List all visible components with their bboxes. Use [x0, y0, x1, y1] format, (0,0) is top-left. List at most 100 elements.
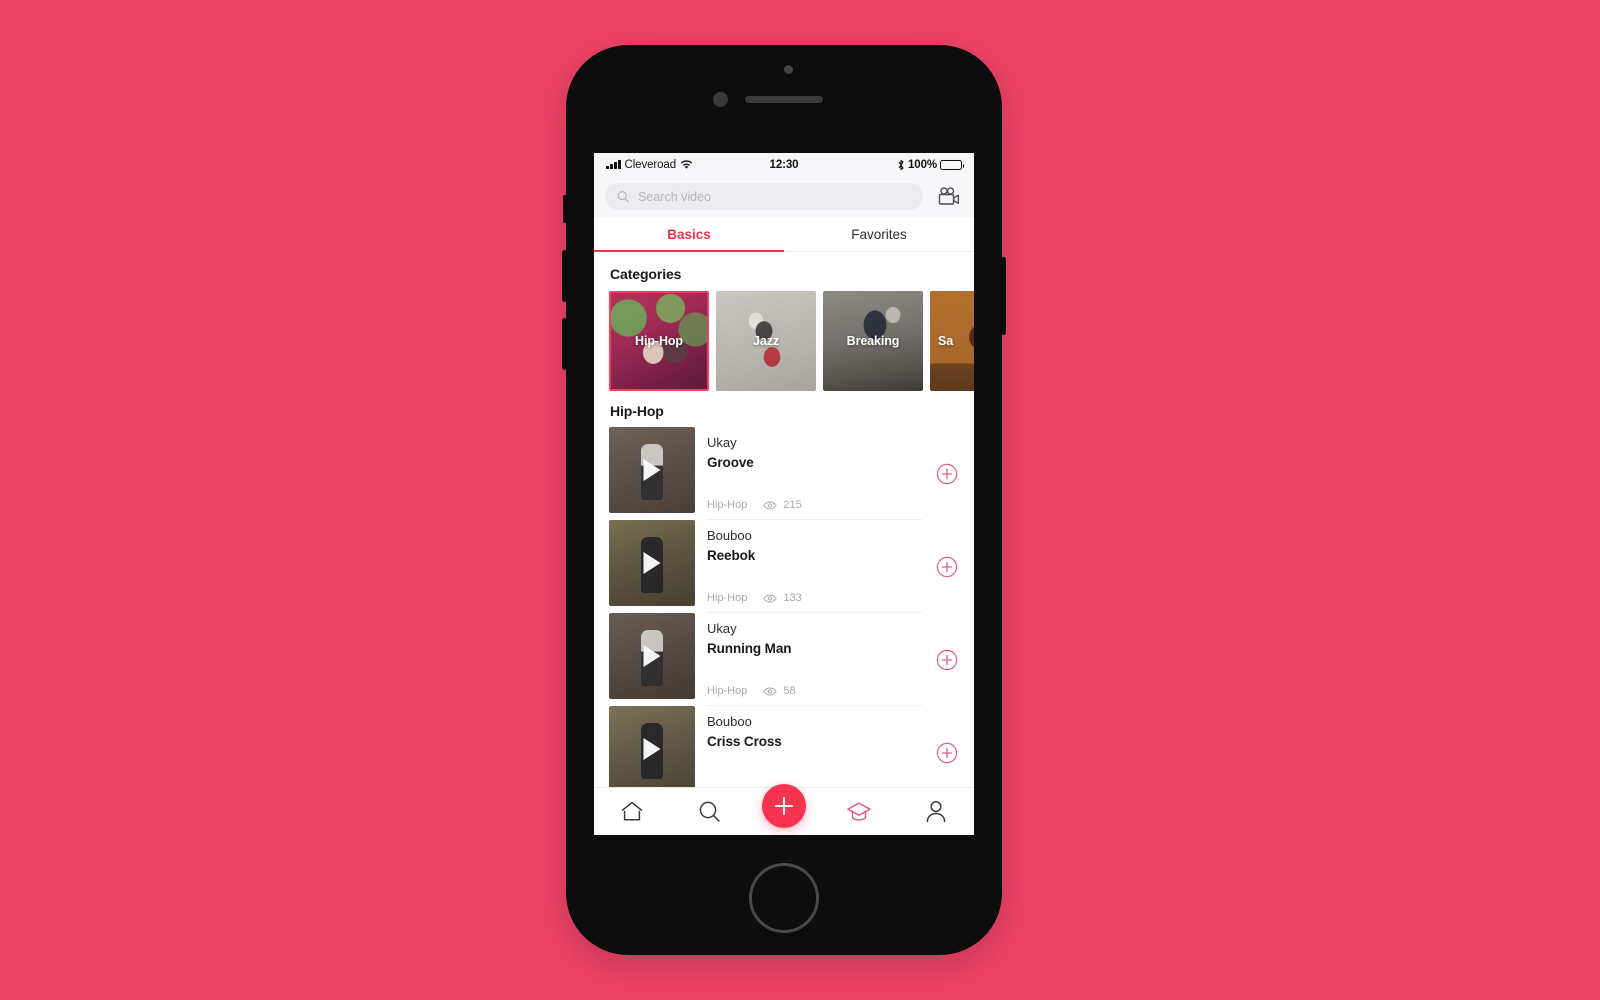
tab-favorites[interactable]: Favorites — [784, 217, 974, 251]
status-bar-left: Cleveroad — [606, 159, 770, 171]
create-fab-button[interactable] — [761, 783, 806, 828]
battery-percent-label: 100% — [908, 158, 938, 171]
tab-basics-label: Basics — [667, 226, 711, 242]
video-views-count: 133 — [783, 592, 802, 604]
nav-item-search[interactable] — [685, 790, 733, 834]
categories-section-title: Categories — [610, 266, 682, 282]
status-bar-right: 100% — [798, 158, 965, 171]
phone-device-frame: Cleveroad 12:30 100% Search video Basics… — [562, 45, 1006, 955]
circle-plus-icon — [936, 556, 958, 577]
earpiece-speaker — [745, 96, 823, 103]
table-row[interactable]: Ukay Running Man Hip-Hop 58 — [594, 613, 974, 706]
play-icon — [643, 738, 661, 760]
signal-bars-icon — [606, 160, 621, 169]
video-views: 215 — [763, 499, 802, 511]
play-icon — [643, 459, 661, 481]
eye-icon — [763, 501, 778, 509]
circle-plus-icon — [936, 463, 958, 484]
category-card-breaking[interactable]: Breaking — [823, 291, 923, 391]
eye-icon — [763, 687, 778, 695]
category-label-hip-hop: Hip-Hop — [635, 334, 683, 348]
category-label-salsa: Sa — [938, 334, 954, 348]
video-author: Bouboo — [707, 714, 752, 729]
video-camera-button[interactable] — [933, 184, 963, 210]
nav-item-home[interactable] — [608, 790, 656, 834]
video-title: Groove — [707, 455, 754, 470]
video-info: Ukay Running Man Hip-Hop 58 — [707, 613, 922, 706]
videos-section-title: Hip-Hop — [610, 403, 664, 419]
play-icon — [643, 645, 661, 667]
carrier-label: Cleveroad — [624, 158, 677, 171]
home-button[interactable] — [749, 863, 819, 933]
nav-item-learn[interactable] — [835, 790, 883, 834]
add-to-favorites-button[interactable] — [934, 556, 960, 578]
video-camera-icon — [938, 186, 959, 205]
front-camera-icon — [713, 92, 728, 107]
category-card-salsa[interactable]: Sa — [930, 291, 974, 391]
volume-down-button[interactable] — [562, 318, 567, 370]
video-thumbnail[interactable] — [609, 613, 695, 699]
nav-item-profile[interactable] — [912, 790, 960, 834]
table-row[interactable]: Ukay Groove Hip-Hop 215 — [594, 427, 974, 520]
graduation-cap-icon — [847, 801, 871, 821]
video-views: 58 — [763, 685, 796, 697]
bottom-navigation-bar — [594, 783, 974, 835]
power-button[interactable] — [1001, 257, 1006, 335]
silent-switch[interactable] — [563, 195, 567, 223]
category-label-breaking: Breaking — [846, 334, 900, 348]
video-meta: Hip-Hop 215 — [707, 489, 922, 511]
video-views: 133 — [763, 592, 802, 604]
video-thumbnail[interactable] — [609, 520, 695, 606]
table-row[interactable]: Bouboo Reebok Hip-Hop 133 — [594, 520, 974, 613]
video-title: Criss Cross — [707, 734, 782, 749]
categories-carousel[interactable]: Hip-Hop Jazz Breaking Sa — [594, 291, 974, 391]
video-meta — [707, 780, 922, 787]
video-meta: Hip-Hop 58 — [707, 675, 922, 697]
video-info: Bouboo Criss Cross — [707, 706, 922, 787]
video-title: Reebok — [707, 548, 756, 563]
status-bar: Cleveroad 12:30 100% — [594, 153, 974, 176]
video-category: Hip-Hop — [707, 685, 748, 697]
search-input[interactable] — [638, 189, 911, 204]
video-views-count: 58 — [783, 685, 796, 697]
proximity-sensor-icon — [784, 65, 793, 74]
tab-bar: Basics Favorites — [594, 217, 974, 252]
plus-icon — [774, 796, 793, 815]
wifi-icon — [680, 159, 693, 169]
search-header — [594, 176, 974, 217]
add-to-favorites-button[interactable] — [934, 742, 960, 764]
play-icon — [643, 552, 661, 574]
content-scroll-area[interactable]: Categories Hip-Hop Jazz Breaking Sa Hip-… — [594, 252, 974, 787]
video-author: Ukay — [707, 621, 737, 636]
tab-favorites-label: Favorites — [851, 226, 907, 242]
video-author: Ukay — [707, 435, 737, 450]
category-card-hip-hop[interactable]: Hip-Hop — [609, 291, 709, 391]
video-author: Bouboo — [707, 528, 752, 543]
category-card-jazz[interactable]: Jazz — [716, 291, 816, 391]
volume-up-button[interactable] — [562, 250, 567, 302]
status-bar-clock: 12:30 — [769, 158, 799, 171]
search-icon — [699, 801, 720, 822]
home-icon — [622, 801, 643, 821]
person-icon — [926, 801, 945, 823]
video-thumbnail[interactable] — [609, 427, 695, 513]
app-screen: Cleveroad 12:30 100% Search video Basics… — [594, 153, 974, 835]
table-row[interactable]: Bouboo Criss Cross — [594, 706, 974, 787]
tab-basics[interactable]: Basics — [594, 217, 784, 252]
video-views-count: 215 — [783, 499, 802, 511]
circle-plus-icon — [936, 649, 958, 670]
add-to-favorites-button[interactable] — [934, 649, 960, 671]
search-icon — [617, 191, 629, 203]
search-bar[interactable] — [605, 183, 923, 210]
video-category: Hip-Hop — [707, 592, 748, 604]
video-thumbnail[interactable] — [609, 706, 695, 787]
add-to-favorites-button[interactable] — [934, 463, 960, 485]
video-list: Ukay Groove Hip-Hop 215 Bouboo Reebok Hi… — [594, 427, 974, 787]
video-info: Ukay Groove Hip-Hop 215 — [707, 427, 922, 520]
battery-full-icon — [940, 159, 965, 170]
bluetooth-icon — [898, 159, 904, 170]
video-category: Hip-Hop — [707, 499, 748, 511]
circle-plus-icon — [936, 742, 958, 763]
video-title: Running Man — [707, 641, 792, 656]
video-info: Bouboo Reebok Hip-Hop 133 — [707, 520, 922, 613]
